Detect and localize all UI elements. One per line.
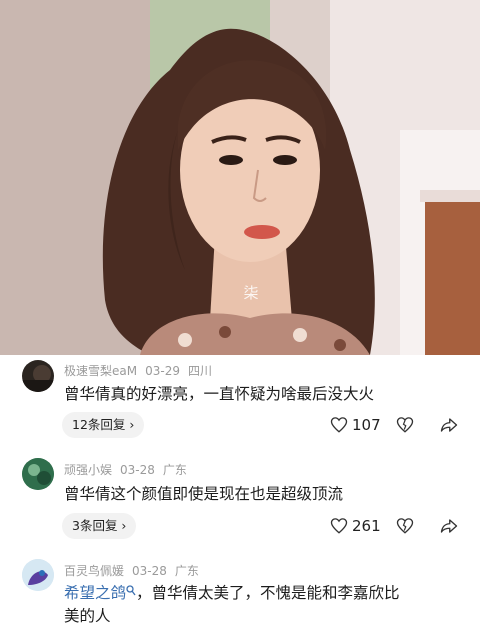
watermark-logo: 柒 xyxy=(243,284,259,302)
comment-meta: 顽强小娱 03-28 广东 xyxy=(64,461,195,478)
dislike-button[interactable] xyxy=(396,513,414,539)
heart-icon xyxy=(330,518,348,534)
comment-date: 03-28 xyxy=(120,463,155,477)
share-arrow-icon xyxy=(440,418,458,432)
comment-text-line1: ，曾华倩太美了，不愧是能和李嘉欣比 xyxy=(136,584,400,602)
avatar[interactable] xyxy=(22,458,54,490)
broken-heart-icon xyxy=(396,417,414,433)
comment-item: 百灵鸟佩媛 03-28 广东 希望之鸽 ，曾华倩太美了，不愧是能和李嘉欣比美的人 xyxy=(0,556,480,640)
username[interactable]: 百灵鸟佩媛 xyxy=(64,564,124,578)
dislike-button[interactable] xyxy=(396,412,414,438)
view-replies-button[interactable]: 12条回复 › xyxy=(62,412,145,438)
post-photo[interactable]: 柒 xyxy=(0,0,480,355)
comment-item: 顽强小娱 03-28 广东 曾华倩这个颜值即使是现在也是超级顶流 3条回复 › 26… xyxy=(0,455,480,543)
comment-text[interactable]: 曾华倩真的好漂亮，一直怀疑为啥最后没大火 xyxy=(64,383,464,406)
username[interactable]: 极速雪梨eaM xyxy=(64,364,137,378)
comment-date: 03-28 xyxy=(132,564,167,578)
comment-location: 四川 xyxy=(187,364,212,378)
view-replies-button[interactable]: 3条回复 › xyxy=(62,513,137,539)
comment-text-line2: 美的人 xyxy=(64,607,111,625)
share-button[interactable] xyxy=(440,412,458,438)
comment-item: 极速雪梨eaM 03-29 四川 曾华倩真的好漂亮，一直怀疑为啥最后没大火 12条回… xyxy=(0,355,480,443)
comment-meta: 百灵鸟佩媛 03-28 广东 xyxy=(64,562,207,579)
avatar[interactable] xyxy=(22,559,54,591)
comment-meta: 极速雪梨eaM 03-29 四川 xyxy=(64,362,220,379)
avatar[interactable] xyxy=(22,360,54,392)
broken-heart-icon xyxy=(396,518,414,534)
comment-text[interactable]: 希望之鸽 ，曾华倩太美了，不愧是能和李嘉欣比美的人 xyxy=(64,582,464,628)
heart-icon xyxy=(330,417,348,433)
like-count: 261 xyxy=(352,517,381,535)
comment-location: 广东 xyxy=(162,463,187,477)
like-count: 107 xyxy=(352,416,381,434)
comment-text[interactable]: 曾华倩这个颜值即使是现在也是超级顶流 xyxy=(64,483,464,506)
share-button[interactable] xyxy=(440,513,458,539)
username[interactable]: 顽强小娱 xyxy=(64,463,112,477)
like-button[interactable]: 261 xyxy=(330,513,381,539)
user-mention[interactable]: 希望之鸽 xyxy=(64,584,126,602)
search-small-icon xyxy=(126,585,136,596)
share-arrow-icon xyxy=(440,519,458,533)
comment-date: 03-29 xyxy=(145,364,180,378)
comment-location: 广东 xyxy=(174,564,199,578)
like-button[interactable]: 107 xyxy=(330,412,381,438)
